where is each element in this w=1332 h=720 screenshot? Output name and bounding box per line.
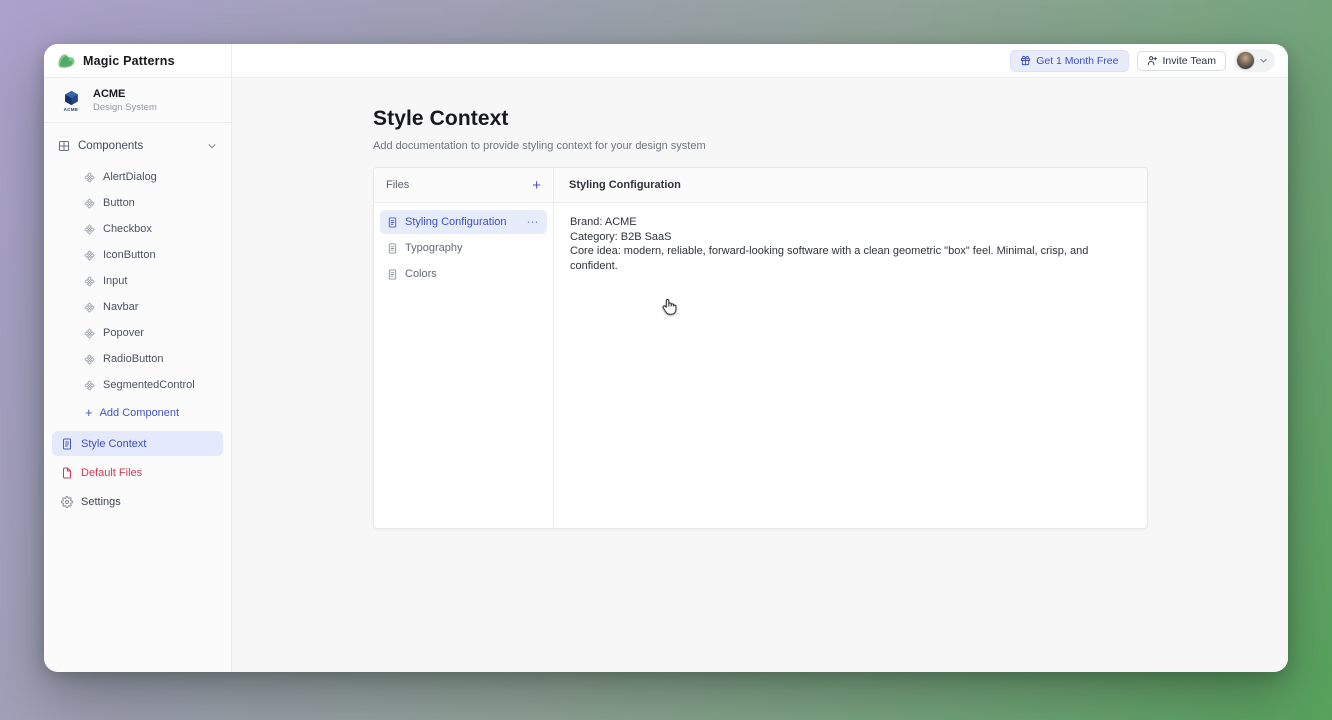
sidebar-item-radiobutton[interactable]: RadioButton xyxy=(44,346,231,372)
main-area: Style Context Add documentation to provi… xyxy=(232,78,1288,672)
file-item-styling-configuration[interactable]: Styling Configuration ⋯ xyxy=(380,210,547,234)
component-icon xyxy=(84,172,95,183)
page-title: Style Context xyxy=(373,107,1148,131)
component-label: IconButton xyxy=(103,249,156,261)
component-label: RadioButton xyxy=(103,353,164,365)
component-icon xyxy=(84,198,95,209)
sidebar-nav: Style Context Default Files Settings xyxy=(44,431,231,514)
component-label: AlertDialog xyxy=(103,171,157,183)
file-content-line: Core idea: modern, reliable, forward-loo… xyxy=(570,244,1131,273)
sidebar-item-navbar[interactable]: Navbar xyxy=(44,294,231,320)
panel-header: Files + Styling Configuration xyxy=(374,168,1147,203)
file-icon xyxy=(61,467,73,479)
app-body: ACME ACME Design System Components xyxy=(44,78,1288,672)
component-icon xyxy=(84,276,95,287)
files-header-label: Files xyxy=(386,179,409,191)
sidebar-item-input[interactable]: Input xyxy=(44,268,231,294)
nav-label: Settings xyxy=(81,496,121,508)
sidebar-item-checkbox[interactable]: Checkbox xyxy=(44,216,231,242)
component-icon xyxy=(84,224,95,235)
component-icon xyxy=(84,354,95,365)
component-label: Checkbox xyxy=(103,223,152,235)
component-label: Navbar xyxy=(103,301,138,313)
file-item-colors[interactable]: Colors xyxy=(380,262,547,286)
component-label: SegmentedControl xyxy=(103,379,195,391)
gift-icon xyxy=(1020,55,1031,66)
get-month-free-label: Get 1 Month Free xyxy=(1036,55,1118,67)
panel-body: Styling Configuration ⋯ Typography xyxy=(374,203,1147,528)
get-month-free-button[interactable]: Get 1 Month Free xyxy=(1010,50,1128,72)
sidebar-item-button[interactable]: Button xyxy=(44,190,231,216)
brand-logo-area[interactable]: Magic Patterns xyxy=(44,44,232,77)
workspace-name: ACME xyxy=(93,88,157,100)
sidebar-item-style-context[interactable]: Style Context xyxy=(52,431,223,456)
top-bar: Magic Patterns Get 1 Month Free xyxy=(44,44,1288,78)
page-subtitle: Add documentation to provide styling con… xyxy=(373,140,1148,152)
invite-team-label: Invite Team xyxy=(1163,55,1217,67)
file-item-typography[interactable]: Typography xyxy=(380,236,547,260)
component-icon xyxy=(84,328,95,339)
avatar xyxy=(1236,51,1255,70)
component-icon xyxy=(84,380,95,391)
main-content: Style Context Add documentation to provi… xyxy=(373,107,1148,529)
sidebar-item-alertdialog[interactable]: AlertDialog xyxy=(44,164,231,190)
components-section-label: Components xyxy=(78,140,143,152)
files-panel-header: Files + xyxy=(374,168,554,202)
grid-icon xyxy=(58,140,70,152)
acme-logo-icon: ACME xyxy=(58,90,84,112)
user-plus-icon xyxy=(1147,55,1158,66)
acme-logo-caption: ACME xyxy=(64,107,79,112)
nav-label: Default Files xyxy=(81,467,142,479)
file-content-line: Category: B2B SaaS xyxy=(570,230,1131,245)
add-component-label: Add Component xyxy=(100,407,180,419)
nav-label: Style Context xyxy=(81,438,146,450)
file-text-icon xyxy=(387,243,398,254)
component-label: Button xyxy=(103,197,135,209)
sidebar-item-segmentedcontrol[interactable]: SegmentedControl xyxy=(44,372,231,398)
top-bar-actions: Get 1 Month Free Invite Team xyxy=(232,44,1288,77)
file-content[interactable]: Brand: ACME Category: B2B SaaS Core idea… xyxy=(554,203,1147,528)
file-text-icon xyxy=(387,269,398,280)
invite-team-button[interactable]: Invite Team xyxy=(1137,51,1227,71)
file-name: Colors xyxy=(405,268,437,280)
component-list: AlertDialog Button Checkbox IconButton I… xyxy=(44,164,231,398)
plus-icon: + xyxy=(85,406,93,419)
sidebar-item-iconbutton[interactable]: IconButton xyxy=(44,242,231,268)
sidebar-item-settings[interactable]: Settings xyxy=(52,489,223,514)
sidebar: ACME ACME Design System Components xyxy=(44,78,232,672)
component-icon xyxy=(84,250,95,261)
file-name: Typography xyxy=(405,242,462,254)
file-content-line: Brand: ACME xyxy=(570,215,1131,230)
component-icon xyxy=(84,302,95,313)
file-name: Styling Configuration xyxy=(405,216,507,228)
brand-name: Magic Patterns xyxy=(83,54,175,68)
add-file-button[interactable]: + xyxy=(532,178,541,193)
account-menu[interactable] xyxy=(1234,49,1275,72)
sidebar-item-default-files[interactable]: Default Files xyxy=(52,460,223,485)
component-label: Input xyxy=(103,275,127,287)
chevron-down-icon xyxy=(1259,56,1268,65)
magic-patterns-logo-icon xyxy=(57,53,76,69)
app-window: Magic Patterns Get 1 Month Free xyxy=(44,44,1288,672)
component-label: Popover xyxy=(103,327,144,339)
file-text-icon xyxy=(387,217,398,228)
components-section-toggle[interactable]: Components xyxy=(44,134,231,158)
files-list: Styling Configuration ⋯ Typography xyxy=(374,203,554,528)
style-context-panel: Files + Styling Configuration Styling Co… xyxy=(373,167,1148,529)
desktop-background: { "header": { "logo_text": "Magic Patter… xyxy=(0,0,1332,720)
file-text-icon xyxy=(61,438,73,450)
sidebar-item-popover[interactable]: Popover xyxy=(44,320,231,346)
file-options-button[interactable]: ⋯ xyxy=(527,215,541,229)
workspace-subtitle: Design System xyxy=(93,102,157,113)
workspace-switcher[interactable]: ACME ACME Design System xyxy=(44,78,231,123)
detail-panel-header: Styling Configuration xyxy=(554,168,1147,202)
gear-icon xyxy=(61,496,73,508)
chevron-down-icon xyxy=(207,141,217,151)
add-component-button[interactable]: + Add Component xyxy=(44,398,231,427)
